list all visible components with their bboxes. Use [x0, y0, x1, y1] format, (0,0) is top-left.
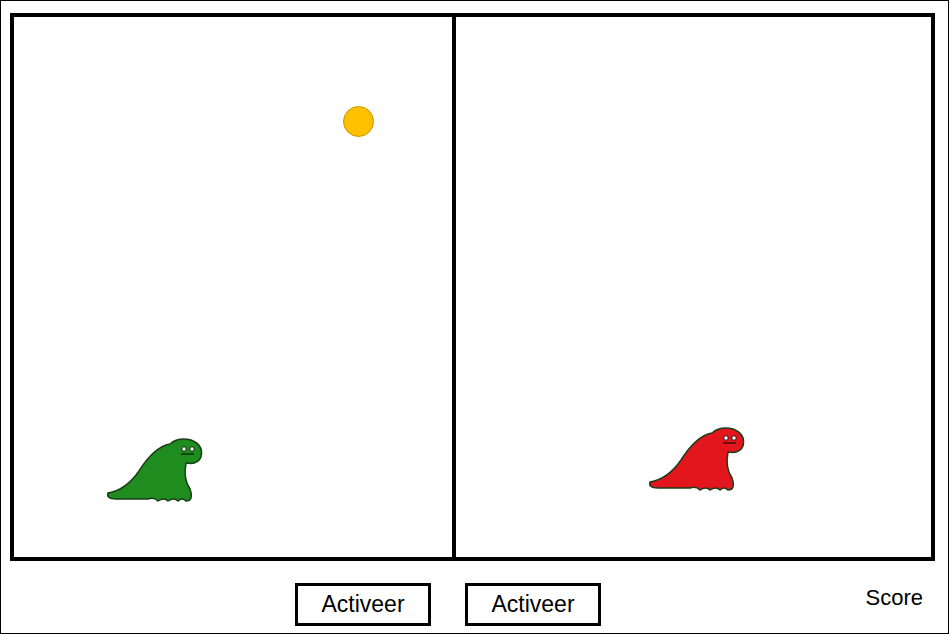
activate-button[interactable]: Activeer [295, 583, 431, 626]
player-panel [452, 17, 931, 557]
playing-field [10, 13, 935, 561]
control-bar: Activeer Activeer Score [1, 561, 948, 626]
player-panel [14, 17, 452, 557]
activate-button[interactable]: Activeer [465, 583, 601, 626]
score-label: Score [866, 585, 923, 611]
game-screen: Activeer Activeer Score [0, 0, 949, 634]
dinosaur-icon [106, 435, 206, 505]
ball-icon [343, 106, 374, 137]
dinosaur-icon [648, 424, 748, 494]
